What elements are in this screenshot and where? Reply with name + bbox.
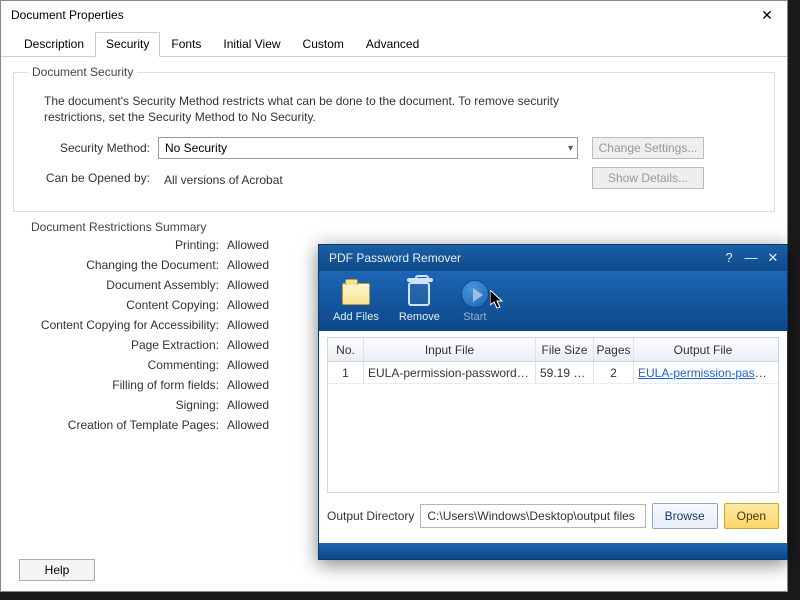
cell-file-size: 59.19 KB [536, 362, 594, 383]
output-directory-input[interactable] [420, 504, 645, 528]
restriction-label: Printing: [27, 238, 227, 252]
table-row[interactable]: 1EULA-permission-password-prot...59.19 K… [328, 362, 778, 384]
restriction-value: Allowed [227, 338, 269, 352]
titlebar: PDF Password Remover ? — ✕ [319, 245, 787, 271]
cell-pages: 2 [594, 362, 634, 383]
restriction-value: Allowed [227, 318, 269, 332]
browse-button[interactable]: Browse [652, 503, 718, 529]
trash-icon [408, 282, 430, 306]
pdf-password-remover-window: PDF Password Remover ? — ✕ Add Files Rem… [318, 244, 788, 560]
group-title: Document Security [28, 65, 137, 79]
security-method-label: Security Method: [28, 141, 158, 155]
tab-custom[interactable]: Custom [292, 32, 355, 57]
restriction-label: Content Copying for Accessibility: [27, 318, 227, 332]
grid-rows: 1EULA-permission-password-prot...59.19 K… [328, 362, 778, 384]
restriction-label: Page Extraction: [27, 338, 227, 352]
restriction-value: Allowed [227, 278, 269, 292]
tab-description[interactable]: Description [13, 32, 95, 57]
security-method-value: No Security [165, 141, 227, 155]
col-pages[interactable]: Pages [594, 338, 634, 361]
statusbar [319, 543, 787, 559]
col-input-file[interactable]: Input File [364, 338, 536, 361]
change-settings-button: Change Settings... [592, 137, 704, 159]
play-icon [461, 280, 489, 308]
cell-no: 1 [328, 362, 364, 383]
restriction-value: Allowed [227, 378, 269, 392]
restriction-label: Changing the Document: [27, 258, 227, 272]
output-directory-row: Output Directory Browse Open [327, 503, 779, 529]
security-description: The document's Security Method restricts… [44, 93, 604, 125]
window-title: PDF Password Remover [329, 251, 461, 265]
col-output-file[interactable]: Output File [634, 338, 772, 361]
tab-security[interactable]: Security [95, 32, 160, 57]
help-button[interactable]: Help [19, 559, 95, 581]
restriction-label: Document Assembly: [27, 278, 227, 292]
cell-input-file: EULA-permission-password-prot... [364, 362, 536, 383]
close-icon[interactable]: ✕ [753, 5, 781, 25]
tab-initial-view[interactable]: Initial View [212, 32, 291, 57]
restriction-label: Creation of Template Pages: [27, 418, 227, 432]
start-label: Start [463, 311, 486, 323]
restriction-label: Commenting: [27, 358, 227, 372]
col-no[interactable]: No. [328, 338, 364, 361]
restriction-value: Allowed [227, 358, 269, 372]
help-icon[interactable]: ? [721, 250, 737, 266]
remove-label: Remove [399, 311, 440, 323]
chevron-down-icon: ▾ [568, 143, 573, 154]
toolbar: Add Files Remove Start [319, 271, 787, 331]
folder-icon [342, 283, 370, 305]
restriction-value: Allowed [227, 238, 269, 252]
window-buttons: ? — ✕ [721, 250, 781, 266]
restriction-value: Allowed [227, 258, 269, 272]
restriction-value: Allowed [227, 418, 269, 432]
col-file-size[interactable]: File Size [536, 338, 594, 361]
restriction-label: Signing: [27, 398, 227, 412]
restriction-value: Allowed [227, 298, 269, 312]
grid-header: No. Input File File Size Pages Output Fi… [328, 338, 778, 362]
add-files-button[interactable]: Add Files [333, 279, 379, 323]
titlebar: Document Properties ✕ [1, 1, 787, 29]
start-button[interactable]: Start [460, 279, 490, 323]
add-files-label: Add Files [333, 311, 379, 323]
close-icon[interactable]: ✕ [765, 250, 781, 266]
window-title: Document Properties [11, 8, 124, 22]
show-details-button: Show Details... [592, 167, 704, 189]
remove-button[interactable]: Remove [399, 279, 440, 323]
restrictions-title: Document Restrictions Summary [27, 220, 210, 234]
output-file-link[interactable]: EULA-permission-pass... [638, 366, 771, 380]
restriction-label: Filling of form fields: [27, 378, 227, 392]
output-directory-label: Output Directory [327, 509, 414, 523]
restriction-value: Allowed [227, 398, 269, 412]
body: No. Input File File Size Pages Output Fi… [319, 331, 787, 535]
restriction-label: Content Copying: [27, 298, 227, 312]
tab-fonts[interactable]: Fonts [160, 32, 212, 57]
file-grid: No. Input File File Size Pages Output Fi… [327, 337, 779, 493]
cell-output-file: EULA-permission-pass... [634, 362, 772, 383]
tab-list: Description Security Fonts Initial View … [1, 31, 787, 57]
tab-advanced[interactable]: Advanced [355, 32, 430, 57]
open-button[interactable]: Open [724, 503, 779, 529]
minimize-icon[interactable]: — [743, 250, 759, 266]
security-method-row: Security Method: No Security ▾ Change Se… [28, 137, 760, 159]
opened-by-value: All versions of Acrobat [158, 169, 578, 187]
opened-by-row: Can be Opened by: All versions of Acroba… [28, 167, 760, 189]
opened-by-label: Can be Opened by: [28, 171, 158, 185]
document-security-group: Document Security The document's Securit… [13, 65, 775, 212]
security-method-select[interactable]: No Security ▾ [158, 137, 578, 159]
